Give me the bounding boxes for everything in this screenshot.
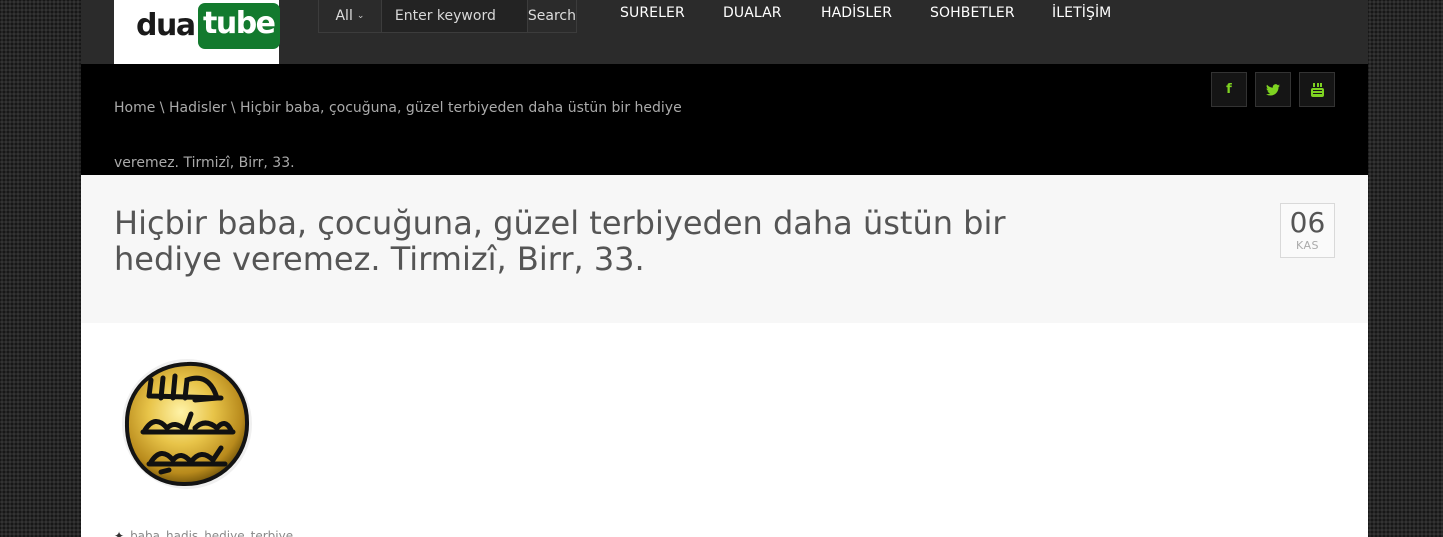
page-container: dua tube All ⌄ Search SURELER DUALAR HAD…	[81, 0, 1368, 537]
site-logo[interactable]: dua tube	[114, 0, 280, 64]
breadcrumb-separator: \	[226, 100, 241, 116]
post-date-badge: 06 KAS	[1280, 203, 1335, 258]
nav-item-dualar[interactable]: DUALAR	[723, 5, 782, 21]
tag-link[interactable]: baba	[130, 529, 160, 537]
post-title: Hiçbir baba, çocuğuna, güzel terbiyeden …	[114, 204, 1006, 278]
nav-item-sureler[interactable]: SURELER	[620, 5, 685, 21]
youtube-icon[interactable]	[1299, 72, 1335, 107]
breadcrumb-section-link[interactable]: Hadisler	[169, 100, 226, 116]
tag-link[interactable]: terbiye	[251, 529, 293, 537]
breadcrumb-separator: \	[155, 100, 169, 116]
nav-item-sohbetler[interactable]: SOHBETLER	[930, 5, 1015, 21]
tag-icon: ✦	[114, 529, 125, 537]
breadcrumb-bar: Home \ Hadisler \ Hiçbir baba, çocuğuna,…	[81, 64, 1368, 175]
search-category-label: All	[335, 7, 353, 24]
post-image-seal[interactable]	[121, 358, 253, 490]
site-header: dua tube All ⌄ Search SURELER DUALAR HAD…	[81, 0, 1368, 64]
twitter-icon[interactable]	[1255, 72, 1291, 107]
search-button[interactable]: Search	[526, 0, 576, 32]
post-header: Hiçbir baba, çocuğuna, güzel terbiyeden …	[81, 175, 1368, 323]
chevron-down-icon: ⌄	[356, 10, 365, 21]
breadcrumb-home-link[interactable]: Home	[114, 100, 155, 116]
post-date-day: 06	[1289, 206, 1326, 239]
search-category-dropdown[interactable]: All ⌄	[319, 0, 382, 32]
post-tags: ✦ baba hadis hediye terbiye	[114, 529, 293, 537]
nav-item-hadisler[interactable]: HADİSLER	[821, 5, 892, 21]
post-date-month: KAS	[1295, 239, 1320, 252]
tag-link[interactable]: hadis	[166, 529, 198, 537]
social-links: f	[1211, 72, 1335, 107]
logo-text-tube: tube	[198, 3, 280, 49]
facebook-icon[interactable]: f	[1211, 72, 1247, 107]
search-form: All ⌄ Search	[318, 0, 577, 33]
search-input[interactable]	[381, 0, 527, 32]
logo-text-dua: dua	[136, 8, 196, 43]
tag-link[interactable]: hediye	[204, 529, 244, 537]
nav-item-iletisim[interactable]: İLETİŞİM	[1052, 5, 1111, 21]
